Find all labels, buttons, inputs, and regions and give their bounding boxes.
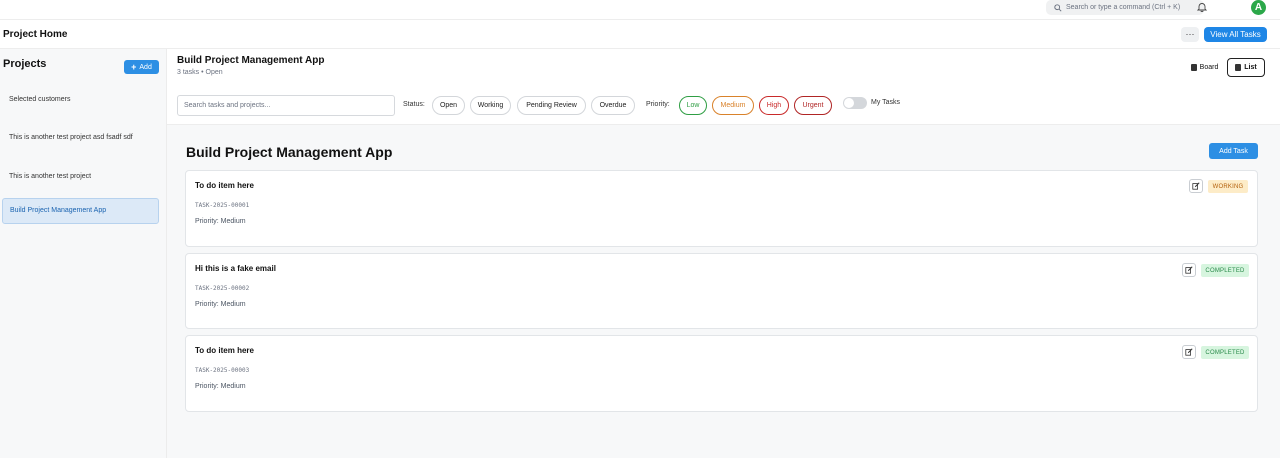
status-badge: COMPLETED bbox=[1201, 264, 1249, 277]
command-search[interactable]: Search or type a command (Ctrl + K) bbox=[1046, 0, 1204, 15]
status-filter-pending-review[interactable]: Pending Review bbox=[517, 96, 586, 115]
add-project-button[interactable]: + Add bbox=[124, 60, 159, 74]
board-icon bbox=[1190, 64, 1197, 71]
projects-sidebar: Projects + Add Selected customers This i… bbox=[0, 49, 167, 458]
sidebar-item-label: This is another test project asd fsadf s… bbox=[9, 134, 133, 141]
sidebar-item-project[interactable]: This is another test project asd fsadf s… bbox=[2, 123, 159, 153]
list-view-button[interactable]: List bbox=[1227, 58, 1265, 77]
priority-filter-label: Priority: bbox=[646, 101, 670, 108]
task-title: To do item here bbox=[195, 181, 254, 190]
view-all-tasks-button[interactable]: View All Tasks bbox=[1204, 27, 1267, 42]
priority-filter-urgent[interactable]: Urgent bbox=[794, 96, 832, 115]
status-badge: COMPLETED bbox=[1201, 346, 1249, 359]
edit-icon bbox=[1192, 182, 1200, 190]
page-title: Project Home bbox=[3, 29, 68, 40]
task-title: Hi this is a fake email bbox=[195, 264, 276, 273]
priority-filter-high[interactable]: High bbox=[759, 96, 789, 115]
add-task-button[interactable]: Add Task bbox=[1209, 143, 1258, 159]
task-id: TASK-2025-00003 bbox=[195, 367, 250, 374]
project-subtitle: 3 tasks • Open bbox=[177, 69, 223, 76]
search-tasks-placeholder: Search tasks and projects... bbox=[184, 102, 271, 109]
task-priority: Priority: Medium bbox=[195, 383, 246, 390]
board-view-label: Board bbox=[1199, 64, 1219, 71]
status-filter-overdue[interactable]: Overdue bbox=[591, 96, 635, 115]
task-id: TASK-2025-00001 bbox=[195, 202, 250, 209]
priority-filter-low[interactable]: Low bbox=[679, 96, 707, 115]
search-tasks-input[interactable]: Search tasks and projects... bbox=[177, 95, 395, 116]
sidebar-item-label: Selected customers bbox=[9, 96, 71, 103]
edit-task-button[interactable] bbox=[1189, 179, 1203, 193]
bell-icon[interactable] bbox=[1197, 2, 1207, 12]
view-toggle: Board List bbox=[1182, 58, 1265, 77]
sidebar-item-project[interactable]: Selected customers bbox=[2, 90, 159, 110]
status-badge: WORKING bbox=[1208, 180, 1248, 193]
list-icon bbox=[1235, 64, 1242, 71]
my-tasks-label: My Tasks bbox=[871, 99, 901, 106]
sidebar-item-label: Build Project Management App bbox=[10, 207, 107, 214]
project-title: Build Project Management App bbox=[177, 55, 325, 66]
filter-bar: Search tasks and projects... Status: Ope… bbox=[167, 87, 1280, 125]
sidebar-item-label: This is another test project bbox=[9, 173, 92, 180]
edit-icon bbox=[1185, 266, 1193, 274]
add-project-label: Add bbox=[139, 63, 152, 71]
board-view-button[interactable]: Board bbox=[1182, 58, 1227, 77]
command-search-placeholder: Search or type a command (Ctrl + K) bbox=[1066, 4, 1181, 11]
edit-icon bbox=[1185, 348, 1193, 356]
edit-task-button[interactable] bbox=[1182, 345, 1196, 359]
sidebar-item-project[interactable]: This is another test project bbox=[2, 167, 159, 187]
task-list-area: Build Project Management App Add Task To… bbox=[167, 125, 1280, 458]
status-filter-working[interactable]: Working bbox=[470, 96, 511, 115]
task-priority: Priority: Medium bbox=[195, 218, 246, 225]
my-tasks-toggle[interactable] bbox=[843, 97, 867, 109]
task-card[interactable]: To do item here TASK-2025-00001 Priority… bbox=[185, 170, 1258, 247]
sidebar-item-project-active[interactable]: Build Project Management App bbox=[2, 198, 159, 224]
task-title: To do item here bbox=[195, 346, 254, 355]
sidebar-title: Projects bbox=[3, 58, 47, 70]
page-header: Project Home ··· View All Tasks bbox=[0, 20, 1280, 49]
status-filter-open[interactable]: Open bbox=[432, 96, 465, 115]
edit-task-button[interactable] bbox=[1182, 263, 1196, 277]
plus-icon: + bbox=[131, 62, 137, 72]
task-id: TASK-2025-00002 bbox=[195, 285, 250, 292]
list-view-label: List bbox=[1244, 64, 1257, 71]
search-icon bbox=[1054, 3, 1062, 12]
task-priority: Priority: Medium bbox=[195, 301, 246, 308]
task-card[interactable]: Hi this is a fake email TASK-2025-00002 … bbox=[185, 253, 1258, 329]
priority-filter-medium[interactable]: Medium bbox=[712, 96, 754, 115]
content-title: Build Project Management App bbox=[186, 144, 393, 160]
more-options-button[interactable]: ··· bbox=[1181, 27, 1199, 42]
top-navbar: Search or type a command (Ctrl + K) A bbox=[0, 0, 1280, 20]
task-card[interactable]: To do item here TASK-2025-00003 Priority… bbox=[185, 335, 1258, 412]
avatar[interactable]: A bbox=[1251, 0, 1266, 15]
status-filter-label: Status: bbox=[403, 101, 425, 108]
